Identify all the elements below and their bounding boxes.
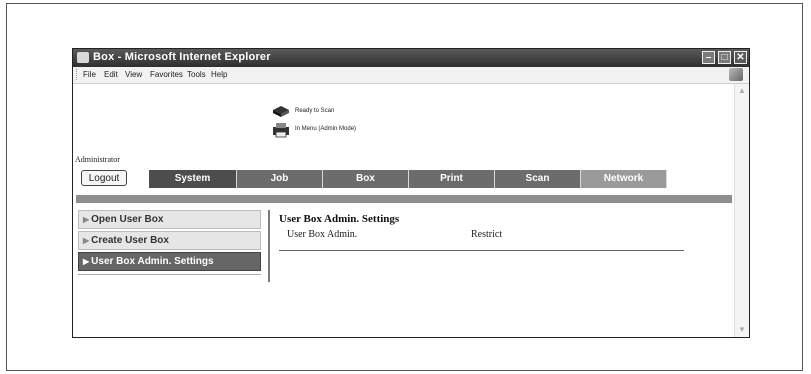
menu-help[interactable]: Help	[211, 70, 227, 79]
close-button[interactable]: ✕	[734, 51, 747, 64]
window-title: Box - Microsoft Internet Explorer	[93, 51, 271, 63]
browser-window: Box - Microsoft Internet Explorer – □ ✕ …	[72, 48, 750, 338]
sidebar-item-label: Create User Box	[91, 235, 169, 246]
setting-value: Restrict	[471, 229, 503, 240]
vertical-scrollbar[interactable]: ▲ ▼	[734, 84, 749, 337]
windows-logo-icon	[729, 68, 743, 81]
status-mode-text: In Menu (Admin Mode)	[295, 126, 357, 132]
mode-status: In Menu (Admin Mode)	[271, 122, 357, 138]
user-name-label: Administrator	[75, 155, 120, 164]
tab-underline-bar	[76, 195, 732, 203]
status-ready-text: Ready to Scan	[295, 108, 335, 114]
title-bar: Box - Microsoft Internet Explorer – □ ✕	[73, 49, 749, 67]
tab-system[interactable]: System	[149, 170, 237, 188]
tab-job[interactable]: Job	[237, 170, 323, 188]
sidebar-item-label: Open User Box	[91, 214, 164, 225]
menu-bar: File Edit View Favorites Tools Help	[73, 67, 749, 84]
logout-button[interactable]: Logout	[81, 170, 127, 186]
minimize-button[interactable]: –	[702, 51, 715, 64]
scroll-down-icon[interactable]: ▼	[737, 325, 747, 335]
ie-icon	[77, 52, 89, 63]
page-content: Ready to Scan In Menu (Admin Mode) Admin…	[73, 84, 735, 337]
main-tabs: System Job Box Print Scan Network	[149, 170, 667, 188]
menu-favorites[interactable]: Favorites	[150, 70, 183, 79]
sidebar-item-open-user-box[interactable]: ▶ Open User Box	[78, 210, 261, 229]
scanner-status: Ready to Scan	[271, 104, 334, 118]
panel-title: User Box Admin. Settings	[279, 213, 400, 225]
menu-file[interactable]: File	[83, 70, 96, 79]
setting-label: User Box Admin.	[287, 229, 358, 240]
tab-box[interactable]: Box	[323, 170, 409, 188]
sidebar-item-label: User Box Admin. Settings	[91, 256, 214, 267]
menu-view[interactable]: View	[125, 70, 142, 79]
tab-print[interactable]: Print	[409, 170, 495, 188]
scanner-icon	[271, 104, 291, 118]
panel-divider	[279, 250, 684, 251]
sidebar-item-create-user-box[interactable]: ▶ Create User Box	[78, 231, 261, 250]
maximize-button[interactable]: □	[718, 51, 731, 64]
sidebar: ▶ Open User Box ▶ Create User Box ▶ User Bo…	[78, 210, 261, 275]
printer-icon	[271, 122, 291, 138]
content-divider	[268, 210, 270, 282]
arrow-right-icon: ▶	[83, 236, 90, 245]
tab-scan[interactable]: Scan	[495, 170, 581, 188]
menu-tools[interactable]: Tools	[187, 70, 206, 79]
toolbar-grip	[76, 69, 79, 80]
tab-network[interactable]: Network	[581, 170, 667, 188]
scroll-up-icon[interactable]: ▲	[737, 86, 747, 96]
sidebar-item-user-box-admin-settings[interactable]: ▶ User Box Admin. Settings	[78, 252, 261, 271]
arrow-right-icon: ▶	[83, 257, 90, 266]
sidebar-divider	[78, 274, 261, 275]
arrow-right-icon: ▶	[83, 215, 90, 224]
menu-edit[interactable]: Edit	[104, 70, 118, 79]
